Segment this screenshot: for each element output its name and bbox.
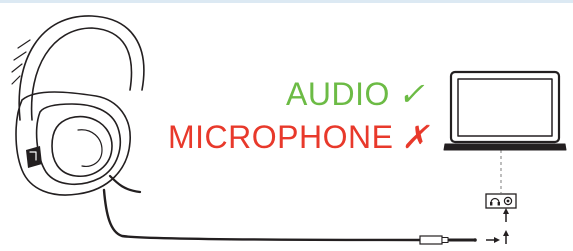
headset-icon (11, 15, 145, 196)
headphone-jack-icon (485, 193, 517, 209)
laptop-icon (443, 70, 567, 151)
logo-plate (26, 146, 42, 168)
arrow-icon (486, 237, 500, 243)
earcup-cushion (51, 115, 113, 177)
microphone-status: MICROPHONE ✗ (168, 121, 429, 153)
audio-label: AUDIO (286, 76, 390, 112)
audio-cable (102, 188, 422, 242)
cross-icon: ✗ (401, 119, 429, 155)
audio-status: AUDIO ✓ (286, 78, 425, 110)
microphone-label: MICROPHONE (168, 119, 394, 155)
arrow-icon (503, 208, 509, 244)
check-icon: ✓ (397, 76, 426, 112)
mic-boom (108, 174, 142, 194)
audio-plug-icon (419, 235, 477, 245)
connection-diagram: AUDIO ✓ MICROPHONE ✗ (0, 0, 573, 251)
